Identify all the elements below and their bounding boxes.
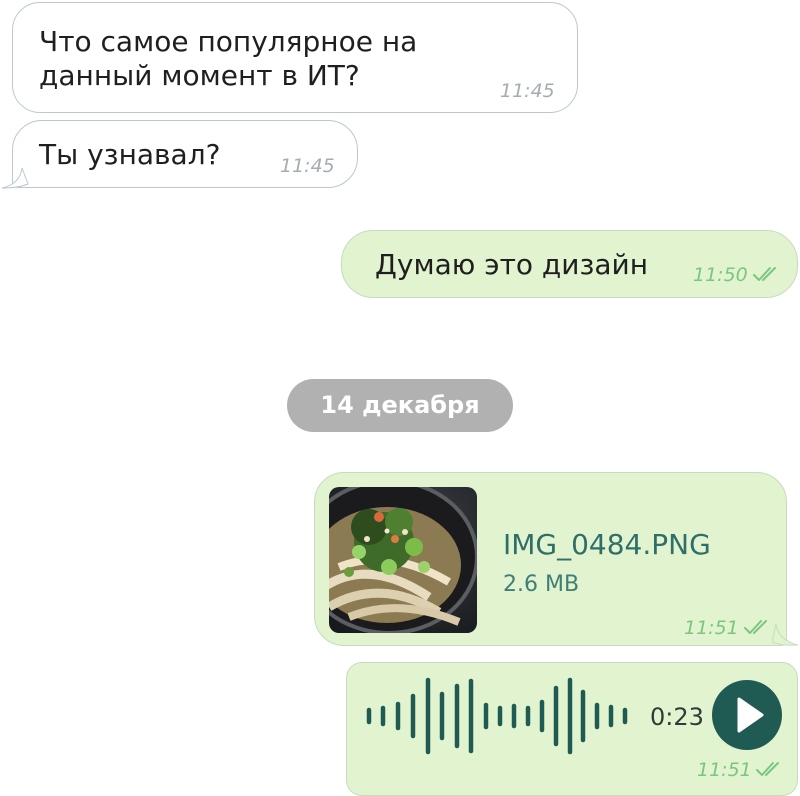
date-separator: 14 декабря bbox=[287, 379, 513, 432]
play-button[interactable] bbox=[712, 680, 782, 750]
play-icon bbox=[737, 697, 764, 733]
file-name: IMG_0484.PNG bbox=[503, 528, 711, 561]
message-time: 11:45 bbox=[500, 80, 555, 102]
double-check-icon bbox=[756, 762, 779, 776]
double-check-icon bbox=[753, 267, 776, 281]
message-text: Ты узнавал? bbox=[39, 138, 221, 171]
message-text: Думаю это дизайн bbox=[375, 248, 649, 281]
incoming-message-bubble[interactable]: Что самое популярное на данный момент в … bbox=[12, 2, 578, 113]
noodle-soup-photo-icon bbox=[329, 487, 477, 633]
message-time: 11:45 bbox=[280, 155, 335, 177]
voice-message-bubble[interactable]: 0:23 11:51 bbox=[346, 662, 798, 796]
incoming-message-bubble[interactable]: Ты узнавал? 11:45 bbox=[12, 120, 358, 188]
message-time: 11:50 bbox=[693, 264, 748, 286]
double-check-icon bbox=[744, 620, 767, 634]
message-time: 11:51 bbox=[697, 759, 752, 781]
bubble-tail bbox=[772, 623, 799, 646]
outgoing-message-bubble[interactable]: Думаю это дизайн 11:50 bbox=[341, 230, 798, 298]
bubble-tail bbox=[1, 167, 29, 189]
message-time: 11:51 bbox=[684, 617, 739, 639]
waveform[interactable] bbox=[365, 677, 633, 755]
voice-duration: 0:23 bbox=[650, 703, 704, 731]
file-size: 2.6 MB bbox=[503, 572, 580, 597]
file-thumbnail[interactable] bbox=[329, 487, 477, 633]
file-message-bubble[interactable]: IMG_0484.PNG 2.6 MB 11:51 bbox=[314, 472, 787, 646]
message-text: Что самое популярное на данный момент в … bbox=[39, 25, 418, 92]
